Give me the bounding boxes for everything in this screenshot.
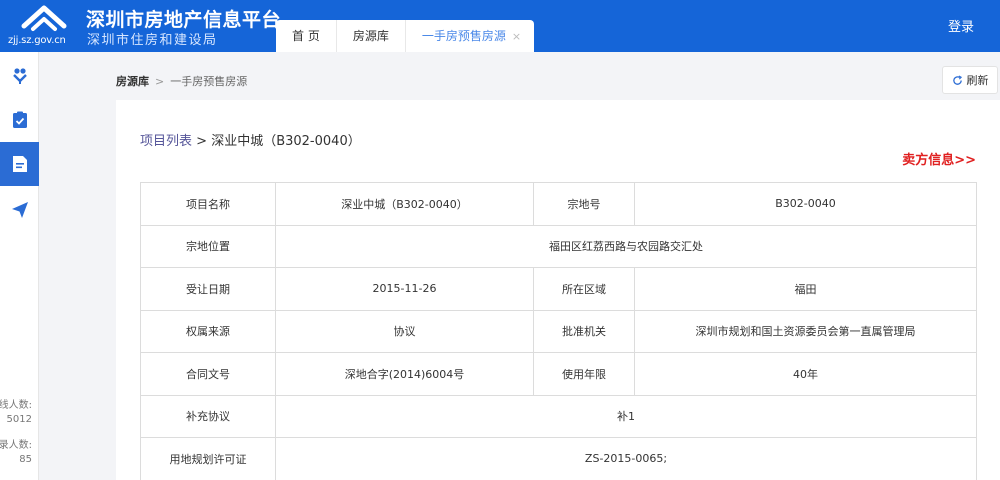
breadcrumb: 房源库 > 一手房预售房源	[116, 73, 247, 89]
sidebar-item-send[interactable]	[0, 188, 39, 232]
breadcrumb-separator-icon: >	[155, 75, 165, 88]
paper-plane-icon	[11, 202, 28, 218]
refresh-label: 刷新	[966, 74, 989, 87]
login-count-value: 85	[19, 454, 32, 465]
top-header: zjj.sz.gov.cn 深圳市房地产信息平台 深圳市住房和建设局 首 页 房…	[0, 0, 1000, 52]
sidebar: 线人数: 5012 录人数: 85	[0, 52, 39, 480]
tab-home[interactable]: 首 页	[276, 20, 337, 52]
login-link[interactable]: 登录	[948, 16, 974, 35]
table-row: 项目名称 深业中城（B302-0040） 宗地号 B302-0040	[140, 182, 977, 226]
project-name-title: 深业中城（B302-0040）	[211, 134, 361, 149]
site-logo[interactable]: zjj.sz.gov.cn	[8, 4, 80, 48]
ownership-value: 协议	[275, 309, 534, 353]
breadcrumb-current: 一手房预售房源	[170, 75, 248, 88]
project-info-table: 项目名称 深业中城（B302-0040） 宗地号 B302-0040 宗地位置 …	[140, 182, 977, 480]
table-row: 用地规划许可证 ZS-2015-0065;	[140, 437, 977, 480]
logo-domain: zjj.sz.gov.cn	[8, 35, 66, 46]
location-label: 宗地位置	[140, 224, 276, 268]
term-label: 使用年限	[533, 352, 635, 396]
hand-heart-icon	[12, 68, 27, 84]
breadcrumb-root[interactable]: 房源库	[116, 75, 149, 88]
table-row: 补充协议 补1	[140, 394, 977, 438]
transfer-date-label: 受让日期	[140, 267, 276, 311]
transfer-date-value: 2015-11-26	[275, 267, 534, 311]
planning-permit-value: ZS-2015-0065;	[275, 437, 977, 480]
tab-presale-housing[interactable]: 一手房预售房源 ×	[406, 20, 537, 52]
approval-authority-value: 深圳市规划和国土资源委员会第一直属管理局	[634, 309, 977, 353]
clipboard-check-icon	[12, 111, 27, 128]
supplement-label: 补充协议	[140, 394, 276, 438]
online-count-value: 5012	[6, 414, 32, 425]
district-value: 福田	[634, 267, 977, 311]
location-value: 福田区红荔西路与农园路交汇处	[275, 224, 977, 268]
parcel-no-label: 宗地号	[533, 182, 635, 226]
approval-authority-label: 批准机关	[533, 309, 635, 353]
tab-housing-library[interactable]: 房源库	[337, 20, 406, 52]
sidebar-item-documents[interactable]	[0, 142, 39, 186]
contract-no-value: 深地合字(2014)6004号	[275, 352, 534, 396]
breadcrumb-bar: 房源库 > 一手房预售房源	[40, 52, 1000, 100]
project-list-link[interactable]: 项目列表	[140, 134, 192, 149]
project-path-arrow: >	[196, 134, 208, 149]
refresh-icon	[952, 74, 962, 85]
project-detail-panel: 项目列表 > 深业中城（B302-0040） 卖方信息>> 项目名称 深业中城（…	[116, 100, 1000, 480]
project-name-value: 深业中城（B302-0040）	[275, 182, 534, 226]
table-row: 受让日期 2015-11-26 所在区域 福田	[140, 267, 977, 311]
district-label: 所在区域	[533, 267, 635, 311]
table-row: 宗地位置 福田区红荔西路与农园路交汇处	[140, 224, 977, 268]
table-row: 权属来源 协议 批准机关 深圳市规划和国土资源委员会第一直属管理局	[140, 309, 977, 353]
table-row: 合同文号 深地合字(2014)6004号 使用年限 40年	[140, 352, 977, 396]
online-count-label: 线人数:	[0, 400, 32, 411]
supplement-value: 补1	[275, 394, 977, 438]
tab-bar: 首 页 房源库 一手房预售房源 ×	[276, 20, 534, 52]
project-name-label: 项目名称	[140, 182, 276, 226]
document-icon	[12, 156, 27, 172]
ownership-label: 权属来源	[140, 309, 276, 353]
parcel-no-value: B302-0040	[634, 182, 977, 226]
sidebar-item-service[interactable]	[0, 54, 39, 98]
site-subtitle: 深圳市住房和建设局	[87, 33, 218, 48]
tab-close-icon[interactable]: ×	[512, 30, 521, 43]
site-title: 深圳市房地产信息平台	[86, 9, 282, 31]
planning-permit-label: 用地规划许可证	[140, 437, 276, 480]
login-count-label: 录人数:	[0, 440, 32, 451]
project-path: 项目列表 > 深业中城（B302-0040）	[140, 130, 361, 149]
contract-no-label: 合同文号	[140, 352, 276, 396]
house-logo-icon	[21, 5, 67, 31]
refresh-button[interactable]: 刷新	[942, 66, 998, 94]
term-value: 40年	[634, 352, 977, 396]
seller-info-link[interactable]: 卖方信息>>	[902, 149, 976, 168]
sidebar-item-checklist[interactable]	[0, 98, 39, 142]
